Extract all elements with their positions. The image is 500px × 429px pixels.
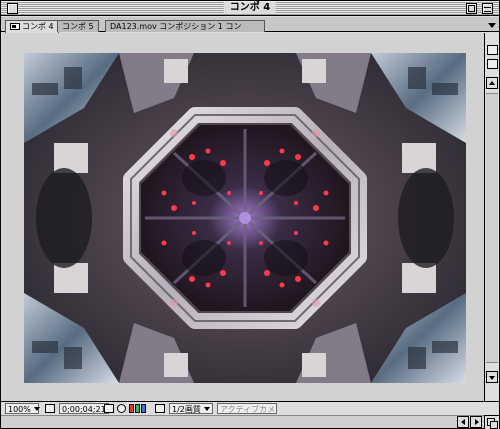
snapshot-icon[interactable] <box>104 404 114 413</box>
region-of-interest-icon[interactable] <box>155 404 165 413</box>
scroll-up-arrow[interactable] <box>486 77 498 89</box>
viewer-status-bar: 100% 0;00;04;21 1/2画質 アクティブカメ... <box>1 401 499 415</box>
tab-bar: コンポ 4 コンポ 5 DA123.mov コンポジション 1 コン <box>1 17 499 33</box>
composition-canvas[interactable] <box>24 53 466 383</box>
show-snapshot-icon[interactable] <box>117 404 126 413</box>
safe-margins-icon[interactable] <box>45 404 55 413</box>
camera-dropdown[interactable]: アクティブカメ... <box>217 403 277 414</box>
scroll-down-arrow[interactable] <box>486 371 498 383</box>
tab-da123-comp[interactable]: DA123.mov コンポジション 1 コン <box>105 20 265 32</box>
zoom-box-icon[interactable] <box>466 3 477 14</box>
red-channel-icon[interactable] <box>129 404 134 413</box>
chevron-down-icon[interactable] <box>487 19 497 30</box>
green-channel-icon[interactable] <box>135 404 140 413</box>
window-title: コンポ 4 <box>223 2 277 14</box>
comp-flowchart-icon[interactable] <box>487 45 498 55</box>
title-bar[interactable]: コンポ 4 <box>1 1 499 16</box>
tab-label: コンポ 4 <box>22 22 54 31</box>
chevron-down-icon <box>203 407 210 411</box>
tab-comp-4[interactable]: コンポ 4 <box>5 20 59 33</box>
composition-icon <box>10 23 20 30</box>
chevron-down-icon <box>33 407 40 411</box>
timecode-field[interactable]: 0;00;04;21 <box>59 403 109 414</box>
close-box-icon[interactable] <box>7 3 18 14</box>
blue-channel-icon[interactable] <box>141 404 146 413</box>
collapse-box-icon[interactable] <box>482 3 493 14</box>
zoom-dropdown[interactable]: 100% <box>5 403 40 414</box>
kaleidoscope-footage <box>24 53 466 383</box>
resolution-value: 1/2画質 <box>172 405 201 414</box>
zoom-value: 100% <box>8 405 31 414</box>
viewer-side-toolbar <box>484 33 499 401</box>
grow-box-icon[interactable] <box>484 415 499 429</box>
composition-viewer[interactable] <box>2 33 484 401</box>
tab-label: DA123.mov コンポジション 1 コン <box>110 22 242 31</box>
tab-comp-5[interactable]: コンポ 5 <box>57 20 99 32</box>
tab-label: コンポ 5 <box>62 22 94 31</box>
horizontal-scrollbar[interactable] <box>1 415 485 428</box>
composition-window: コンポ 4 コンポ 4 コンポ 5 DA123.mov コンポジション 1 コン <box>0 0 500 429</box>
grid-icon[interactable] <box>487 59 498 69</box>
scroll-left-arrow[interactable] <box>457 416 469 428</box>
scroll-right-arrow[interactable] <box>470 416 482 428</box>
camera-value: アクティブカメ... <box>220 405 277 414</box>
resolution-dropdown[interactable]: 1/2画質 <box>169 403 213 414</box>
timecode-value: 0;00;04;21 <box>62 405 106 414</box>
vertical-scroll-track[interactable] <box>486 93 498 363</box>
